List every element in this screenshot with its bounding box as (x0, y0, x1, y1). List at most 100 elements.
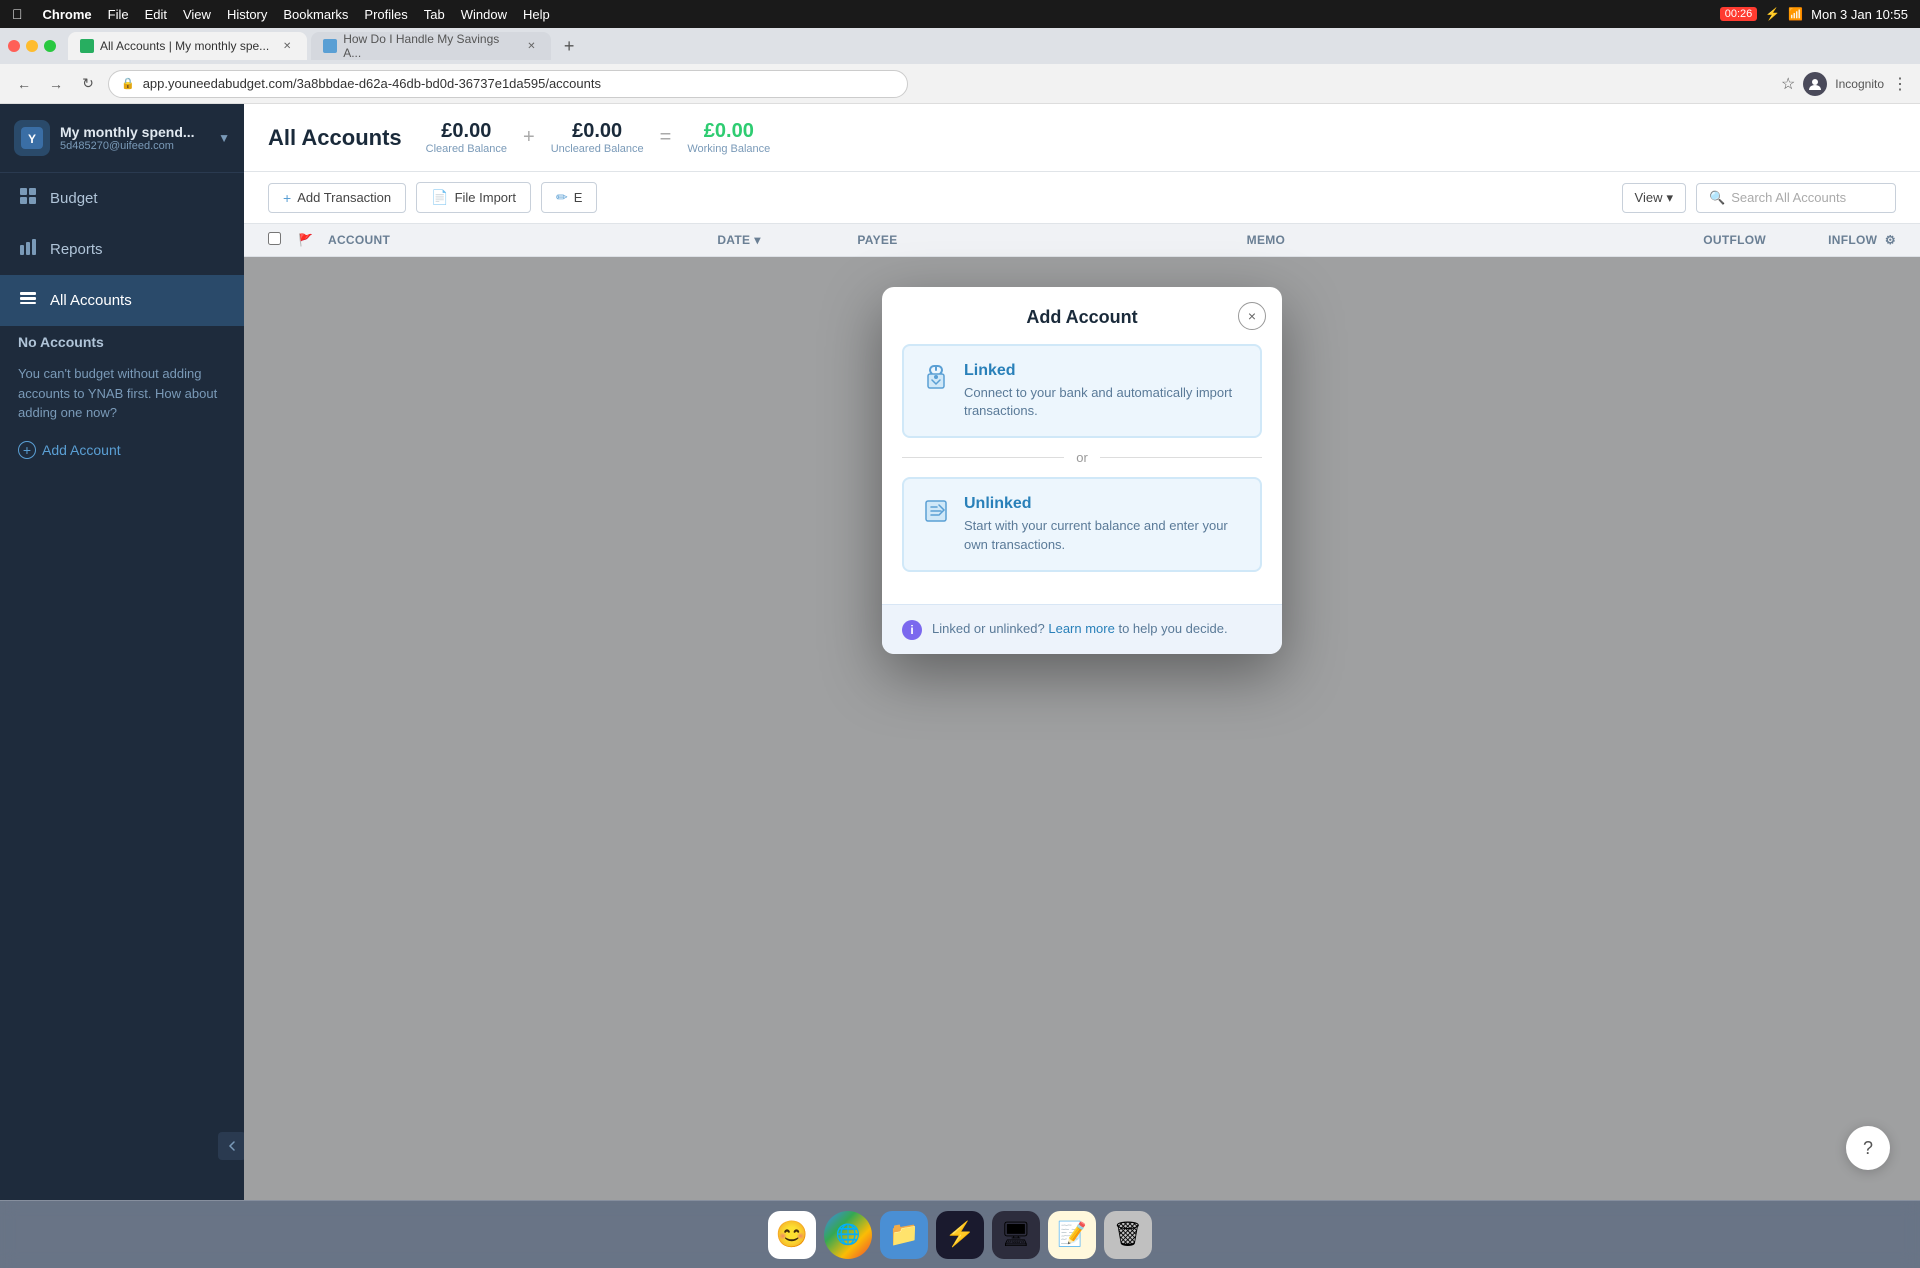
dock-monitor-icon[interactable]: 🖥 (992, 1211, 1040, 1259)
main-header: All Accounts £0.00 Cleared Balance + £0.… (244, 104, 1920, 172)
sort-icon: ▾ (754, 233, 760, 247)
bookmark-star-icon[interactable]: ☆ (1781, 74, 1795, 94)
sidebar-reports-label: Reports (50, 241, 103, 258)
view-button[interactable]: View ▾ (1622, 183, 1686, 213)
learn-more-link[interactable]: Learn more (1048, 621, 1114, 636)
address-bar[interactable]: 🔒 app.youneedabudget.com/3a8bbdae-d62a-4… (108, 70, 908, 98)
sidebar-collapse-button[interactable] (218, 1132, 246, 1160)
select-all-checkbox[interactable] (268, 232, 281, 245)
tab-label-1: All Accounts | My monthly spe... (100, 39, 269, 53)
menu-tab[interactable]: Tab (424, 7, 445, 22)
col-memo-header: MEMO (1247, 233, 1636, 247)
tab-close-button-1[interactable]: ✕ (279, 38, 295, 54)
menu-history[interactable]: History (227, 7, 267, 22)
linked-icon (922, 364, 950, 398)
unlinked-title: Unlinked (964, 495, 1242, 513)
page-title: All Accounts (268, 125, 402, 151)
menu-bookmarks[interactable]: Bookmarks (283, 7, 348, 22)
tab-close-button-2[interactable]: ✕ (524, 38, 539, 54)
menu-edit[interactable]: Edit (145, 7, 167, 22)
chrome-toolbar-right: ☆ Incognito ⋮ (1781, 72, 1908, 96)
new-tab-button[interactable]: + (555, 32, 583, 60)
profile-button[interactable] (1803, 72, 1827, 96)
unlinked-icon (922, 497, 950, 531)
uncleared-balance-amount: £0.00 (551, 120, 644, 143)
modal-close-button[interactable]: × (1238, 302, 1266, 330)
dock-finder-icon[interactable]: 😊 (768, 1211, 816, 1259)
svg-text:Y: Y (28, 132, 36, 146)
sidebar-item-budget[interactable]: Budget (0, 173, 244, 224)
footer-text: Linked or unlinked? Learn more to help y… (932, 619, 1228, 639)
menubar-right: 00:26 ⚡ 📶 Mon 3 Jan 10:55 (1720, 7, 1908, 22)
uncleared-balance: £0.00 Uncleared Balance (551, 120, 644, 155)
dock-chrome-icon[interactable]: 🌐 (824, 1211, 872, 1259)
sidebar-dropdown-icon[interactable]: ▼ (218, 131, 230, 145)
cleared-balance-label: Cleared Balance (426, 143, 507, 155)
chrome-addressbar: ← → ↻ 🔒 app.youneedabudget.com/3a8bbdae-… (0, 64, 1920, 104)
working-balance: £0.00 Working Balance (687, 120, 770, 155)
modal-title: Add Account (1026, 307, 1137, 328)
bg-content: Add Account × (244, 257, 1920, 1200)
add-account-modal: Add Account × (882, 287, 1282, 654)
menu-view[interactable]: View (183, 7, 211, 22)
menu-help[interactable]: Help (523, 7, 550, 22)
edit-button[interactable]: ✏ E (541, 182, 597, 213)
dock-trash-icon[interactable]: 🗑 (1104, 1211, 1152, 1259)
toolbar: + Add Transaction 📄 File Import ✏ E View… (244, 172, 1920, 224)
col-date-header[interactable]: DATE ▾ (717, 233, 857, 247)
dock: 😊 🌐 📁 ⚡ 🖥 📝 🗑 (0, 1200, 1920, 1268)
unlinked-option-text: Unlinked Start with your current balance… (964, 495, 1242, 553)
chevron-down-icon: ▾ (1666, 190, 1673, 206)
unlinked-desc: Start with your current balance and ente… (964, 517, 1242, 553)
add-account-sidebar-button[interactable]: + Add Account (18, 441, 226, 459)
or-divider: or (902, 450, 1262, 465)
linked-desc: Connect to your bank and automatically i… (964, 384, 1242, 420)
budget-logo: Y (14, 120, 50, 156)
sidebar-header[interactable]: Y My monthly spend... 5d485270@uifeed.co… (0, 104, 244, 173)
menu-profiles[interactable]: Profiles (364, 7, 407, 22)
forward-button[interactable]: → (44, 72, 68, 96)
incognito-label: Incognito (1835, 77, 1884, 91)
tab-favicon-2 (323, 39, 337, 53)
reports-icon (18, 238, 38, 261)
linked-title: Linked (964, 362, 1242, 380)
file-import-button[interactable]: 📄 File Import (416, 182, 531, 213)
search-accounts-input[interactable]: 🔍 Search All Accounts (1696, 183, 1896, 213)
traffic-lights (8, 40, 56, 52)
app-container: Y My monthly spend... 5d485270@uifeed.co… (0, 104, 1920, 1200)
modal-footer: i Linked or unlinked? Learn more to help… (882, 604, 1282, 654)
add-transaction-button[interactable]: + Add Transaction (268, 183, 406, 213)
accounts-icon (18, 289, 38, 312)
reload-button[interactable]: ↻ (76, 72, 100, 96)
dock-folder-icon[interactable]: 📁 (880, 1211, 928, 1259)
close-window-button[interactable] (8, 40, 20, 52)
col-account-header: ACCOUNT (328, 233, 717, 247)
sidebar-accounts-label: All Accounts (50, 292, 132, 309)
sidebar-item-reports[interactable]: Reports (0, 224, 244, 275)
wifi-icon: 📶 (1788, 7, 1803, 21)
menu-window[interactable]: Window (461, 7, 507, 22)
inflow-settings-icon[interactable]: ⚙ (1885, 233, 1896, 247)
menu-chrome[interactable]: Chrome (43, 7, 92, 22)
working-balance-label: Working Balance (687, 143, 770, 155)
dock-bolt-icon[interactable]: ⚡ (936, 1211, 984, 1259)
tab-all-accounts[interactable]: All Accounts | My monthly spe... ✕ (68, 32, 307, 60)
col-inflow-header: INFLOW ⚙ (1766, 233, 1896, 247)
sidebar-budget-name: My monthly spend... (60, 124, 195, 140)
menu-file[interactable]: File (108, 7, 129, 22)
help-button[interactable]: ? (1846, 1126, 1890, 1170)
add-circle-icon: + (18, 441, 36, 459)
table-header: 🚩 ACCOUNT DATE ▾ PAYEE MEMO OUTFLOW INFL… (244, 224, 1920, 257)
minimize-window-button[interactable] (26, 40, 38, 52)
chrome-menu-icon[interactable]: ⋮ (1892, 74, 1908, 94)
add-transaction-icon: + (283, 190, 291, 206)
tab-savings[interactable]: How Do I Handle My Savings A... ✕ (311, 32, 551, 60)
tab-favicon-1 (80, 39, 94, 53)
maximize-window-button[interactable] (44, 40, 56, 52)
unlinked-account-option[interactable]: Unlinked Start with your current balance… (902, 477, 1262, 571)
back-button[interactable]: ← (12, 72, 36, 96)
linked-account-option[interactable]: Linked Connect to your bank and automati… (902, 344, 1262, 438)
sidebar: Y My monthly spend... 5d485270@uifeed.co… (0, 104, 244, 1200)
sidebar-item-all-accounts[interactable]: All Accounts (0, 275, 244, 326)
dock-notes-icon[interactable]: 📝 (1048, 1211, 1096, 1259)
